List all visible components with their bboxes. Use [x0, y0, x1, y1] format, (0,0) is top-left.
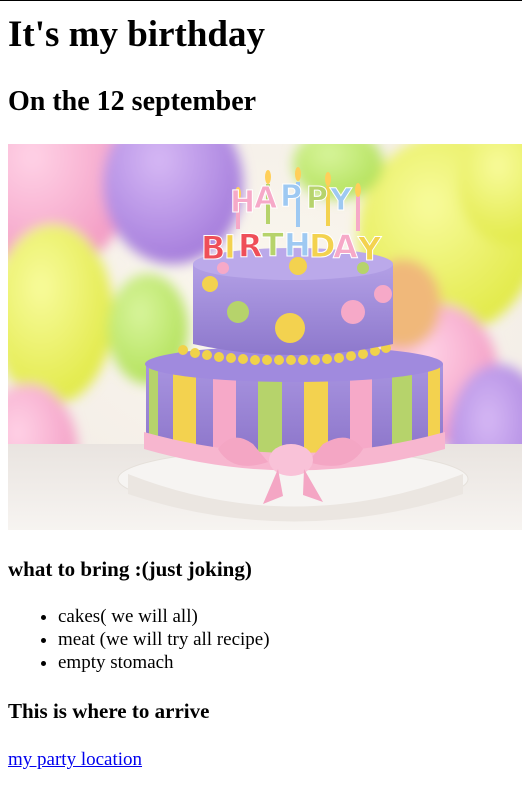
list-item: empty stomach [58, 651, 270, 674]
svg-text:I: I [224, 228, 236, 266]
birthday-cake-image: H A P P Y B I R T H D A Y [8, 144, 522, 530]
party-location-link[interactable]: my party location [8, 748, 142, 772]
svg-text:H: H [284, 226, 311, 264]
svg-text:Y: Y [329, 183, 353, 218]
svg-text:A: A [254, 181, 278, 216]
list-item: cakes( we will all) [58, 605, 270, 628]
page-title: It's my birthday [8, 14, 265, 55]
bring-heading: what to bring :(just joking) [8, 557, 252, 581]
svg-text:P: P [280, 179, 302, 214]
top-border [0, 0, 522, 1]
svg-text:Y: Y [357, 230, 382, 268]
svg-text:P: P [306, 181, 328, 216]
list-item: meat (we will try all recipe) [58, 628, 270, 651]
arrive-heading: This is where to arrive [8, 699, 210, 723]
svg-text:H: H [230, 185, 255, 220]
svg-text:T: T [262, 226, 284, 264]
date-heading: On the 12 september [8, 86, 257, 117]
svg-text:A: A [333, 228, 358, 266]
svg-text:R: R [238, 227, 263, 265]
svg-text:D: D [309, 227, 336, 265]
bring-list: cakes( we will all) meat (we will try al… [8, 605, 270, 674]
svg-text:B: B [201, 229, 225, 267]
